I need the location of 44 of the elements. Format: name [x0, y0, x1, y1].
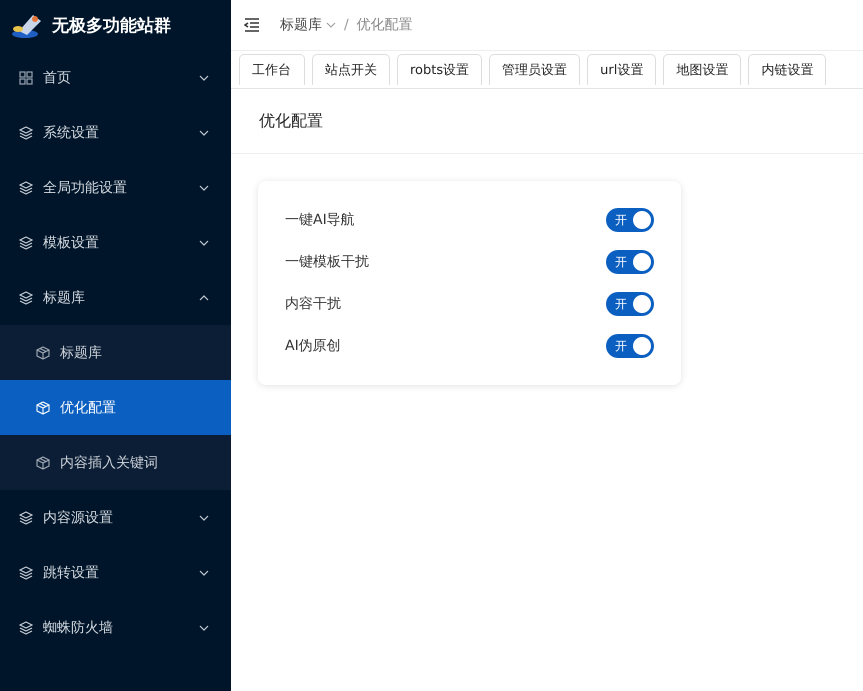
setting-label: 一键AI导航 — [285, 211, 355, 229]
box-icon — [36, 400, 50, 414]
menu-item[interactable]: 全局功能设置 — [0, 160, 231, 215]
layers-icon — [19, 126, 33, 140]
tab[interactable]: 站点开关 — [312, 54, 390, 85]
layers-icon — [19, 180, 33, 194]
menu-item[interactable]: 蜘蛛防火墙 — [0, 600, 231, 655]
box-icon — [36, 346, 50, 360]
submenu-item[interactable]: 优化配置 — [0, 380, 231, 435]
menu-item[interactable]: 内容源设置 — [0, 490, 231, 545]
setting-label: AI伪原创 — [285, 337, 341, 355]
menu-item[interactable]: 首页 — [0, 50, 231, 105]
menu-item[interactable]: 标题库 — [0, 270, 231, 325]
tab[interactable]: 管理员设置 — [489, 54, 580, 85]
breadcrumb-separator: / — [344, 17, 349, 33]
toggle-switch[interactable]: 开 — [606, 250, 654, 274]
tab[interactable]: url设置 — [587, 54, 656, 85]
tab[interactable]: 工作台 — [239, 54, 305, 85]
menu-fold-icon[interactable] — [244, 18, 260, 32]
menu-item[interactable]: 系统设置 — [0, 105, 231, 160]
grid-icon — [19, 70, 33, 84]
caret-icon — [326, 22, 336, 28]
layers-icon — [19, 566, 33, 580]
toggle-switch[interactable]: 开 — [606, 292, 654, 316]
toggle-switch[interactable]: 开 — [606, 208, 654, 232]
layers-icon — [19, 290, 33, 304]
tab[interactable]: 地图设置 — [663, 54, 742, 85]
toggle-switch[interactable]: 开 — [606, 334, 654, 358]
layers-icon — [19, 620, 33, 634]
layers-icon — [19, 236, 33, 250]
breadcrumb-item[interactable]: 优化配置 — [356, 16, 413, 34]
page-title: 优化配置 — [231, 89, 863, 154]
tab[interactable]: 内链设置 — [748, 54, 826, 85]
menu-item[interactable]: 跳转设置 — [0, 545, 231, 600]
app-title: 无极多功能站群 — [52, 14, 171, 36]
box-icon — [36, 456, 50, 470]
submenu-item[interactable]: 标题库 — [0, 325, 231, 380]
submenu-item[interactable]: 内容插入关键词 — [0, 435, 231, 490]
layers-icon — [19, 510, 33, 524]
breadcrumb-item[interactable]: 标题库 — [280, 16, 322, 34]
setting-label: 内容干扰 — [285, 295, 341, 313]
menu-item[interactable]: 模板设置 — [0, 215, 231, 270]
tab[interactable]: robts设置 — [397, 54, 482, 85]
setting-label: 一键模板干扰 — [285, 253, 369, 271]
